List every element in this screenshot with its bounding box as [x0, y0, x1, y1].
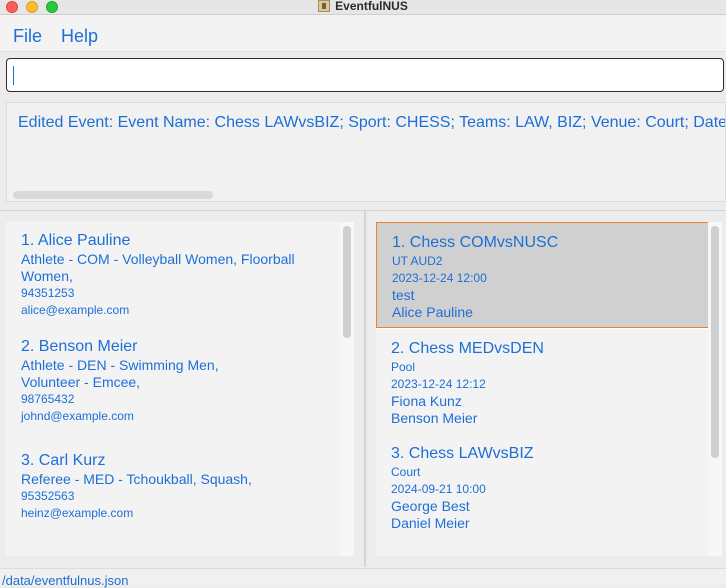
person-role: Athlete - DEN - Swimming Men, [21, 357, 219, 373]
event-person: Daniel Meier [391, 515, 470, 531]
person-email: alice@example.com [21, 303, 130, 317]
event-person: Benson Meier [391, 410, 478, 426]
event-venue: Pool [391, 360, 416, 374]
window-title: EventfulNUS [0, 0, 726, 13]
event-person: Alice Pauline [392, 304, 473, 320]
list-item-partial [376, 539, 708, 556]
person-phone: 98765432 [21, 392, 75, 406]
event-venue: Court [391, 465, 421, 479]
menu-bar: File Help [0, 15, 726, 52]
event-venue: UT AUD2 [392, 254, 443, 268]
person-phone: 94351253 [21, 286, 75, 300]
person-card[interactable]: 1. Alice Pauline Athlete - COM - Volleyb… [6, 222, 340, 328]
menu-help[interactable]: Help [61, 26, 98, 47]
person-list-scrollbar[interactable] [340, 222, 354, 556]
command-input[interactable] [6, 58, 724, 92]
person-email: johnd@example.com [21, 409, 134, 423]
person-list-scroll-thumb[interactable] [343, 226, 351, 338]
window-title-text: EventfulNUS [335, 0, 408, 13]
event-datetime: 2023-12-24 12:12 [391, 377, 486, 391]
event-datetime: 2023-12-24 12:00 [392, 271, 487, 285]
text-caret [13, 66, 14, 85]
person-phone: 95352563 [21, 489, 75, 503]
person-role: Athlete - COM - Volleyball Women, Floorb… [21, 251, 295, 267]
event-datetime: 2024-09-21 10:00 [391, 482, 486, 496]
event-person: George Best [391, 498, 470, 514]
divider-horizontal [0, 210, 726, 211]
event-card-selected[interactable]: 1. Chess COMvsNUSC UT AUD2 2023-12-24 12… [376, 222, 709, 328]
event-list-panel: 1. Chess COMvsNUSC UT AUD2 2023-12-24 12… [376, 222, 722, 556]
person-name: 2. Benson Meier [21, 338, 138, 355]
menu-file[interactable]: File [13, 26, 42, 47]
person-role: Volunteer - Emcee, [21, 374, 141, 390]
event-list-scrollbar[interactable] [708, 222, 722, 556]
window-titlebar: EventfulNUS [0, 0, 726, 15]
status-bar: /data/eventfulnus.json [0, 568, 726, 588]
person-card[interactable]: 3. Carl Kurz Referee - MED - Tchoukball,… [6, 434, 340, 538]
result-message: Edited Event: Event Name: Chess LAWvsBIZ… [18, 114, 726, 131]
event-name: 3. Chess LAWvsBIZ [391, 445, 534, 462]
list-item-partial [6, 538, 340, 556]
person-name: 3. Carl Kurz [21, 452, 106, 469]
result-horizontal-scrollbar[interactable] [13, 191, 213, 199]
person-card[interactable]: 2. Benson Meier Athlete - DEN - Swimming… [6, 328, 340, 434]
event-person: Fiona Kunz [391, 393, 462, 409]
person-name: 1. Alice Pauline [21, 232, 131, 249]
person-role: Women, [21, 268, 73, 284]
event-card[interactable]: 3. Chess LAWvsBIZ Court 2024-09-21 10:00… [376, 434, 708, 539]
person-email: heinz@example.com [21, 506, 134, 520]
event-list-scroll-thumb[interactable] [711, 226, 719, 458]
event-name: 1. Chess COMvsNUSC [392, 234, 559, 251]
storage-path: /data/eventfulnus.json [2, 573, 129, 588]
divider-vertical[interactable] [364, 211, 366, 567]
event-card[interactable]: 2. Chess MEDvsDEN Pool 2023-12-24 12:12 … [376, 329, 708, 434]
event-person: test [392, 287, 415, 303]
app-icon [318, 0, 331, 12]
person-role: Referee - MED - Tchoukball, Squash, [21, 471, 252, 487]
event-name: 2. Chess MEDvsDEN [391, 340, 544, 357]
person-list-panel: 1. Alice Pauline Athlete - COM - Volleyb… [6, 222, 354, 556]
result-display: Edited Event: Event Name: Chess LAWvsBIZ… [6, 102, 726, 202]
